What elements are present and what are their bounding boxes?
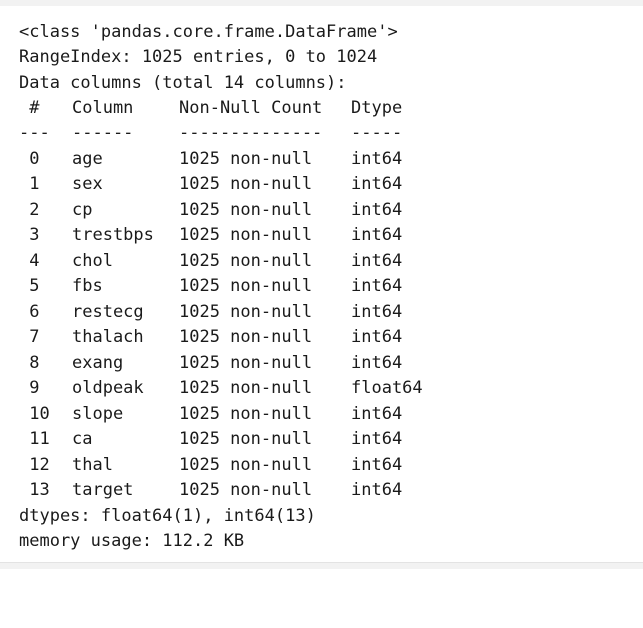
row-index: 11 bbox=[19, 429, 50, 449]
table-row: 7 thalach 1025 non-null int64 bbox=[19, 325, 619, 350]
row-dtype: int64 bbox=[351, 404, 403, 424]
table-row: 2 cp 1025 non-null int64 bbox=[19, 198, 619, 223]
class-line: <class 'pandas.core.frame.DataFrame'> bbox=[19, 22, 398, 42]
row-dtype: int64 bbox=[351, 353, 403, 373]
dtypes-summary-line: dtypes: float64(1), int64(13) bbox=[19, 506, 316, 526]
row-index: 7 bbox=[19, 327, 40, 347]
separator-dtype: ----- bbox=[351, 123, 403, 143]
row-column-name: chol bbox=[72, 251, 113, 271]
table-row: 1 sex 1025 non-null int64 bbox=[19, 172, 619, 197]
table-row: 10 slope 1025 non-null int64 bbox=[19, 402, 619, 427]
row-column-name: cp bbox=[72, 200, 93, 220]
row-index: 13 bbox=[19, 480, 50, 500]
table-row: 9 oldpeak 1025 non-null float64 bbox=[19, 376, 619, 401]
row-index: 1 bbox=[19, 174, 40, 194]
row-non-null-count: 1025 non-null bbox=[179, 480, 313, 500]
row-dtype: int64 bbox=[351, 276, 403, 296]
row-column-name: target bbox=[72, 480, 134, 500]
table-row: 8 exang 1025 non-null int64 bbox=[19, 351, 619, 376]
row-non-null-count: 1025 non-null bbox=[179, 200, 313, 220]
separator-num: --- bbox=[19, 123, 50, 143]
row-index: 12 bbox=[19, 455, 50, 475]
row-index: 6 bbox=[19, 302, 40, 322]
table-row: 4 chol 1025 non-null int64 bbox=[19, 249, 619, 274]
row-index: 4 bbox=[19, 251, 40, 271]
header-dtype: Dtype bbox=[351, 98, 403, 118]
table-row: 11 ca 1025 non-null int64 bbox=[19, 427, 619, 452]
header-count: Non-Null Count bbox=[179, 98, 323, 118]
row-non-null-count: 1025 non-null bbox=[179, 327, 313, 347]
row-dtype: int64 bbox=[351, 455, 403, 475]
row-column-name: slope bbox=[72, 404, 124, 424]
row-dtype: int64 bbox=[351, 480, 403, 500]
row-dtype: int64 bbox=[351, 302, 403, 322]
header-num: # bbox=[19, 98, 40, 118]
row-non-null-count: 1025 non-null bbox=[179, 404, 313, 424]
row-non-null-count: 1025 non-null bbox=[179, 455, 313, 475]
row-column-name: oldpeak bbox=[72, 378, 144, 398]
row-dtype: int64 bbox=[351, 429, 403, 449]
row-column-name: sex bbox=[72, 174, 103, 194]
row-index: 0 bbox=[19, 149, 40, 169]
row-index: 2 bbox=[19, 200, 40, 220]
data-columns-line: Data columns (total 14 columns): bbox=[19, 73, 347, 93]
row-column-name: thal bbox=[72, 455, 113, 475]
row-index: 8 bbox=[19, 353, 40, 373]
row-column-name: ca bbox=[72, 429, 93, 449]
table-row: 6 restecg 1025 non-null int64 bbox=[19, 300, 619, 325]
separator-column: ------ bbox=[72, 123, 134, 143]
table-row: 13 target 1025 non-null int64 bbox=[19, 478, 619, 503]
separator-row: --- ------ -------------- ----- bbox=[19, 121, 619, 146]
row-dtype: int64 bbox=[351, 149, 403, 169]
row-dtype: int64 bbox=[351, 200, 403, 220]
row-index: 10 bbox=[19, 404, 50, 424]
row-non-null-count: 1025 non-null bbox=[179, 353, 313, 373]
range-index-line: RangeIndex: 1025 entries, 0 to 1024 bbox=[19, 47, 378, 67]
row-index: 3 bbox=[19, 225, 40, 245]
row-column-name: restecg bbox=[72, 302, 144, 322]
row-column-name: age bbox=[72, 149, 103, 169]
row-non-null-count: 1025 non-null bbox=[179, 225, 313, 245]
separator-count: -------------- bbox=[179, 123, 323, 143]
row-non-null-count: 1025 non-null bbox=[179, 276, 313, 296]
row-dtype: int64 bbox=[351, 327, 403, 347]
row-column-name: exang bbox=[72, 353, 124, 373]
row-non-null-count: 1025 non-null bbox=[179, 174, 313, 194]
table-row: 12 thal 1025 non-null int64 bbox=[19, 453, 619, 478]
table-row: 5 fbs 1025 non-null int64 bbox=[19, 274, 619, 299]
row-column-name: trestbps bbox=[72, 225, 154, 245]
row-dtype: int64 bbox=[351, 174, 403, 194]
row-index: 5 bbox=[19, 276, 40, 296]
header-column: Column bbox=[72, 98, 134, 118]
table-row: 3 trestbps 1025 non-null int64 bbox=[19, 223, 619, 248]
memory-usage-line: memory usage: 112.2 KB bbox=[19, 531, 245, 551]
row-column-name: fbs bbox=[72, 276, 103, 296]
row-non-null-count: 1025 non-null bbox=[179, 378, 313, 398]
row-non-null-count: 1025 non-null bbox=[179, 429, 313, 449]
cell-output-area: <class 'pandas.core.frame.DataFrame'> Ra… bbox=[0, 6, 643, 562]
row-non-null-count: 1025 non-null bbox=[179, 251, 313, 271]
column-header-row: # Column Non-Null Count Dtype bbox=[19, 96, 619, 121]
row-dtype: int64 bbox=[351, 251, 403, 271]
row-dtype: float64 bbox=[351, 378, 423, 398]
row-index: 9 bbox=[19, 378, 40, 398]
table-row: 0 age 1025 non-null int64 bbox=[19, 147, 619, 172]
row-non-null-count: 1025 non-null bbox=[179, 302, 313, 322]
row-dtype: int64 bbox=[351, 225, 403, 245]
row-non-null-count: 1025 non-null bbox=[179, 149, 313, 169]
row-column-name: thalach bbox=[72, 327, 144, 347]
